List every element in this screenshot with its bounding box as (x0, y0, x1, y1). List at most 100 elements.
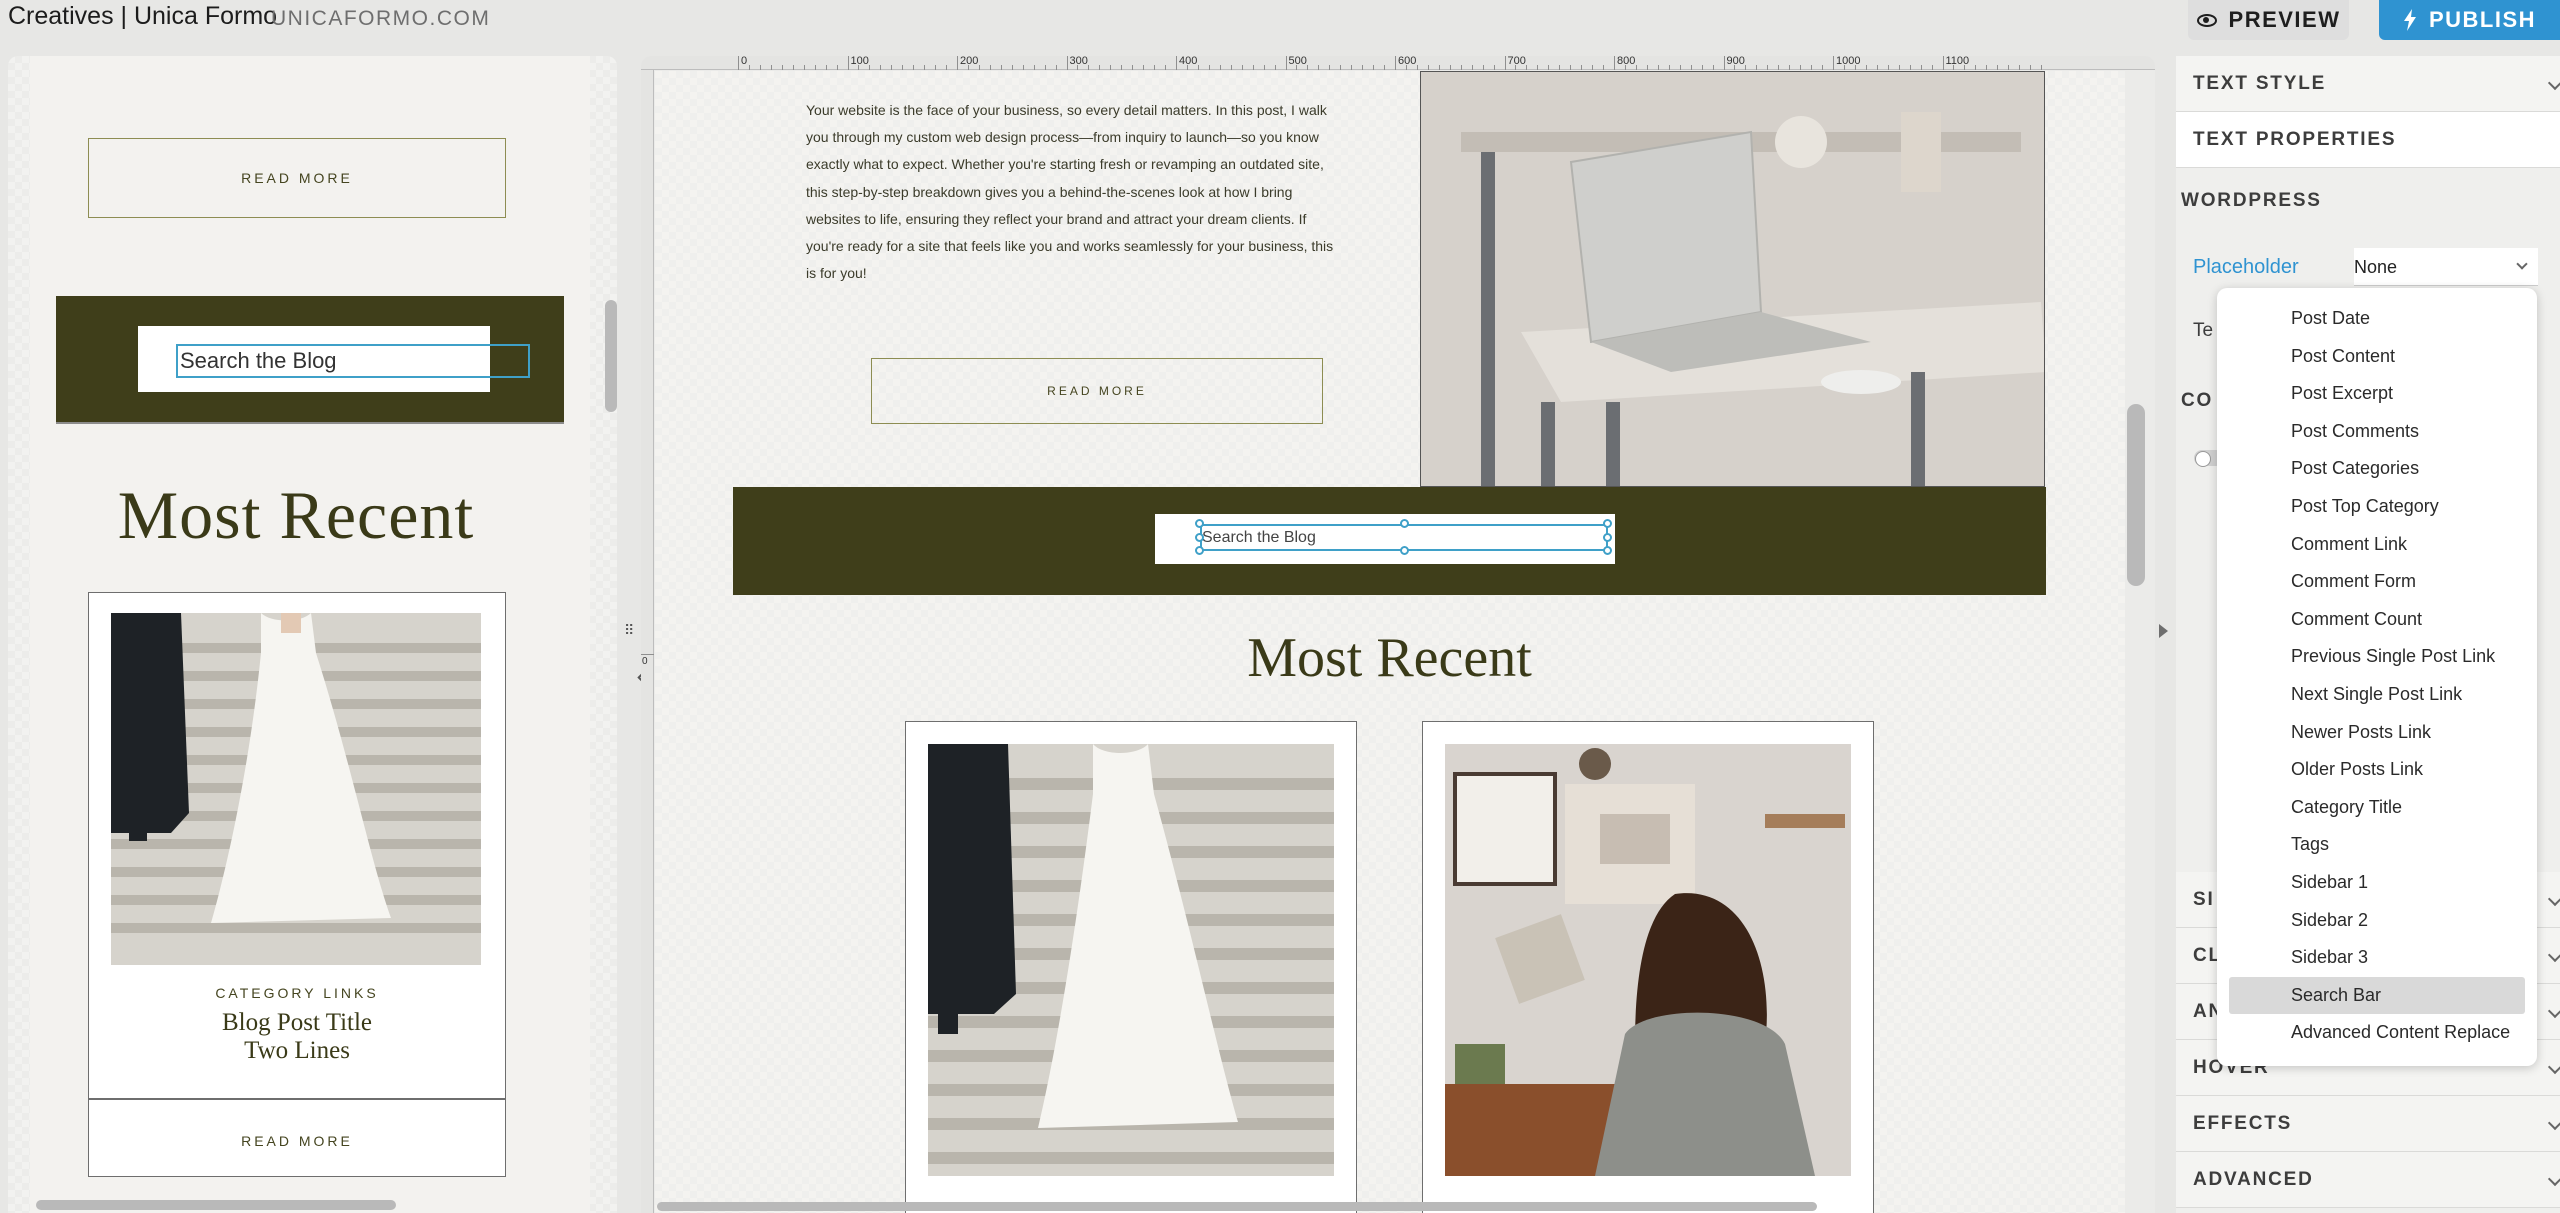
ruler-minor-tick (902, 65, 904, 70)
ruler-tick (1066, 56, 1068, 70)
ruler-minor-tick (1909, 65, 1911, 70)
ruler-minor-tick (1471, 65, 1473, 70)
resize-handle[interactable] (1603, 546, 1612, 555)
ruler-minor-tick (2008, 65, 2010, 70)
ruler-minor-tick (759, 65, 761, 70)
most-recent-heading[interactable]: Most Recent (733, 626, 2046, 690)
ruler-minor-tick (1208, 65, 1210, 70)
mobile-most-recent-heading: Most Recent (117, 477, 475, 553)
dropdown-option-comment-link[interactable]: Comment Link (2217, 526, 2537, 564)
resize-handle[interactable] (1603, 519, 1612, 528)
ruler-minor-tick (1624, 65, 1626, 70)
advanced-section[interactable]: ADVANCED (2176, 1152, 2560, 1208)
lightning-icon (2403, 9, 2417, 31)
dropdown-option-newer-posts-link[interactable]: Newer Posts Link (2217, 714, 2537, 752)
intro-paragraph[interactable]: Your website is the face of your busines… (806, 97, 1346, 287)
dropdown-option-sidebar-1[interactable]: Sidebar 1 (2217, 864, 2537, 902)
mobile-blog-card[interactable]: CATEGORY LINKS Blog Post Title Two Lines… (88, 592, 506, 1177)
ruler-minor-tick (825, 65, 827, 70)
mobile-card-read-more[interactable]: READ MORE (89, 1133, 505, 1149)
size-label: SI (2193, 889, 2215, 910)
ruler-vertical-tick (641, 654, 654, 655)
dropdown-option-post-date[interactable]: Post Date (2217, 300, 2537, 338)
ruler-minor-tick (1592, 65, 1594, 70)
dropdown-option-post-excerpt[interactable]: Post Excerpt (2217, 375, 2537, 413)
blog-card[interactable] (905, 721, 1357, 1213)
preview-button[interactable]: PREVIEW (2188, 0, 2349, 40)
blog-card[interactable] (1422, 721, 1874, 1213)
ruler-minor-tick (1789, 65, 1791, 70)
dropdown-option-advanced-content-replace[interactable]: Advanced Content Replace (2217, 1014, 2537, 1052)
ruler-minor-tick (1055, 65, 1057, 70)
ruler-minor-tick (1581, 65, 1583, 70)
resize-handle[interactable] (1400, 546, 1409, 555)
design-canvas: 0 100 200 300 400 500 600 700 800 900 1000 1100 0 Y… (641, 56, 2155, 1213)
read-more-button[interactable]: READ MORE (871, 358, 1323, 424)
dropdown-option-comment-count[interactable]: Comment Count (2217, 601, 2537, 639)
resize-handle[interactable] (1603, 533, 1612, 542)
ruler-minor-tick (913, 65, 915, 70)
mobile-read-more-button[interactable]: READ MORE (88, 138, 506, 218)
ruler-minor-tick (1865, 65, 1867, 70)
dropdown-option-next-single-post-link[interactable]: Next Single Post Link (2217, 676, 2537, 714)
drag-handle-icon[interactable]: ⠿ (624, 622, 634, 639)
ruler-minor-tick (1734, 65, 1736, 70)
ruler-minor-tick (2041, 65, 2043, 70)
dropdown-option-tags[interactable]: Tags (2217, 826, 2537, 864)
text-style-section[interactable]: TEXT STYLE (2176, 56, 2560, 112)
ruler-minor-tick (1077, 65, 1079, 70)
ruler-vertical-label: 0 (642, 656, 648, 667)
ruler-label: 800 (1617, 56, 1636, 67)
resize-handle[interactable] (1195, 546, 1204, 555)
ruler-minor-tick (858, 65, 860, 70)
ruler-minor-tick (1570, 65, 1572, 70)
chevron-down-icon (2516, 258, 2528, 270)
canvas-vertical-scrollbar[interactable] (2127, 404, 2145, 586)
placeholder-select[interactable]: None (2354, 248, 2538, 286)
dropdown-option-sidebar-3[interactable]: Sidebar 3 (2217, 939, 2537, 977)
mobile-horizontal-scrollbar[interactable] (36, 1200, 396, 1210)
ruler-minor-tick (1263, 65, 1265, 70)
ruler-label: 400 (1179, 56, 1198, 67)
mobile-search-input[interactable]: Search the Blog (176, 344, 530, 378)
canvas-horizontal-scrollbar[interactable] (657, 1202, 1817, 1211)
eye-icon (2196, 13, 2217, 27)
dropdown-option-post-comments[interactable]: Post Comments (2217, 413, 2537, 451)
resize-handle[interactable] (1195, 533, 1204, 542)
text-properties-section[interactable]: TEXT PROPERTIES (2176, 112, 2560, 168)
ruler-minor-tick (1690, 65, 1692, 70)
dropdown-option-post-content[interactable]: Post Content (2217, 338, 2537, 376)
publish-button[interactable]: PUBLISH (2379, 0, 2560, 40)
dropdown-option-category-title[interactable]: Category Title (2217, 789, 2537, 827)
ruler-minor-tick (770, 65, 772, 70)
panel-expand-icon[interactable] (2159, 624, 2168, 638)
ruler-tick (1614, 56, 1615, 70)
mobile-vertical-scrollbar[interactable] (605, 300, 617, 412)
ruler-tick (957, 56, 958, 70)
ruler-tick (1395, 56, 1396, 70)
dropdown-option-comment-form[interactable]: Comment Form (2217, 563, 2537, 601)
desk-laptop-photo[interactable] (1420, 71, 2045, 487)
ruler-minor-tick (1088, 65, 1090, 70)
dropdown-option-sidebar-2[interactable]: Sidebar 2 (2217, 902, 2537, 940)
mobile-post-title[interactable]: Blog Post Title Two Lines (89, 1009, 505, 1065)
ruler-minor-tick (1011, 65, 1013, 70)
resize-handle[interactable] (1195, 519, 1204, 528)
site-url[interactable]: UNICAFORMO.COM (271, 7, 490, 31)
ruler-minor-tick (1274, 65, 1276, 70)
ruler-minor-tick (1022, 65, 1024, 70)
dropdown-option-post-top-category[interactable]: Post Top Category (2217, 488, 2537, 526)
ruler-minor-tick (748, 65, 750, 70)
resize-handle[interactable] (1400, 519, 1409, 528)
dropdown-option-search-bar[interactable]: Search Bar (2229, 976, 2525, 1015)
site-title: Creatives | Unica Formo (8, 2, 278, 30)
dropdown-option-post-categories[interactable]: Post Categories (2217, 450, 2537, 488)
effects-section[interactable]: EFFECTS (2176, 1096, 2560, 1152)
chevron-down-icon (2547, 1115, 2560, 1131)
dropdown-option-older-posts-link[interactable]: Older Posts Link (2217, 751, 2537, 789)
mobile-category-links[interactable]: CATEGORY LINKS (89, 985, 505, 1001)
dropdown-option-previous-single-post-link[interactable]: Previous Single Post Link (2217, 638, 2537, 676)
ruler-minor-tick (1920, 65, 1922, 70)
ruler-minor-tick (869, 65, 871, 70)
ruler-minor-tick (1307, 65, 1309, 70)
